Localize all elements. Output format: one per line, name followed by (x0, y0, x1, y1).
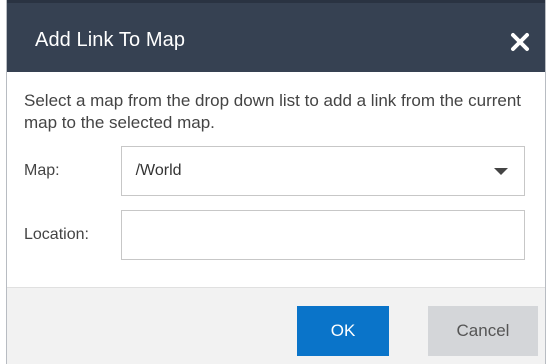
dialog-footer: OK Cancel (7, 287, 545, 364)
location-label: Location: (24, 226, 89, 243)
ok-button[interactable]: OK (297, 306, 389, 356)
dialog-body: Select a map from the drop down list to … (7, 72, 545, 260)
add-link-dialog: Add Link To Map Select a map from the dr… (6, 0, 546, 364)
map-row: Map: /World (24, 146, 525, 196)
location-input[interactable] (120, 210, 525, 260)
close-icon[interactable] (509, 31, 531, 53)
cancel-button[interactable]: Cancel (428, 306, 538, 356)
chevron-down-icon (494, 168, 508, 175)
location-row: Location: (24, 210, 525, 260)
dialog-titlebar: Add Link To Map (7, 0, 545, 72)
dialog-title: Add Link To Map (35, 29, 186, 51)
map-dropdown-value: /World (135, 162, 182, 179)
map-dropdown[interactable]: /World (120, 146, 525, 196)
dialog-description: Select a map from the drop down list to … (24, 91, 522, 132)
map-label: Map: (24, 162, 60, 179)
